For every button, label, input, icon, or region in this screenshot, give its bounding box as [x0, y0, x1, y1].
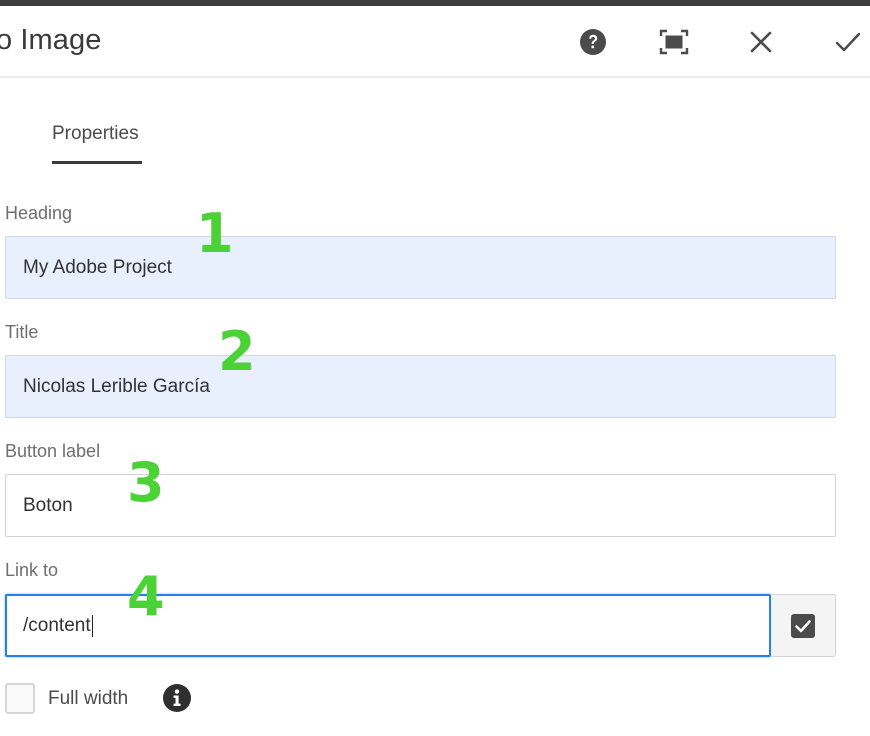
- checkbox-checked-icon: [791, 613, 815, 638]
- link-to-input[interactable]: /content: [5, 594, 771, 657]
- title-label: Title: [5, 322, 39, 342]
- path-picker-button[interactable]: [771, 594, 836, 657]
- button-label-label: Button label: [5, 441, 101, 461]
- help-button[interactable]: [575, 24, 611, 60]
- full-width-label: Full width: [48, 688, 129, 709]
- full-width-checkbox[interactable]: [5, 683, 35, 714]
- fullscreen-icon: [659, 29, 689, 55]
- title-input[interactable]: Nicolas Lerible García: [5, 355, 836, 418]
- dialog-header: o Image: [0, 6, 870, 78]
- checkmark-icon: [835, 32, 861, 52]
- info-icon: [163, 684, 191, 712]
- link-to-label: Link to: [5, 560, 59, 580]
- tab-list: Properties: [0, 80, 870, 170]
- close-icon: [750, 31, 772, 53]
- full-width-info-button[interactable]: [162, 683, 192, 713]
- annotation-1: 1: [196, 202, 234, 265]
- close-button[interactable]: [743, 24, 779, 60]
- done-button[interactable]: [830, 24, 866, 60]
- text-caret: [91, 614, 94, 637]
- dialog-title: o Image: [0, 24, 102, 56]
- annotation-4: 4: [127, 565, 165, 628]
- annotation-3: 3: [127, 451, 165, 514]
- tab-properties[interactable]: Properties: [52, 123, 139, 145]
- heading-input[interactable]: My Adobe Project: [5, 236, 836, 299]
- heading-label: Heading: [5, 203, 73, 223]
- link-to-value: /content: [23, 614, 91, 636]
- help-icon: [580, 29, 606, 55]
- active-tab-indicator: [52, 161, 142, 164]
- annotation-2: 2: [218, 320, 256, 383]
- fullscreen-button[interactable]: [656, 24, 692, 60]
